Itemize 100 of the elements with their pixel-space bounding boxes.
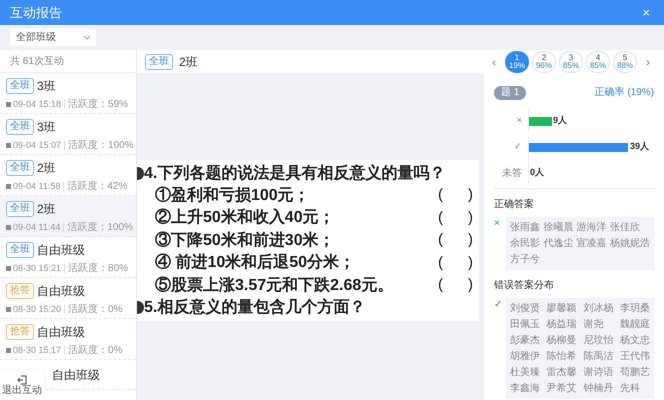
student-name: 王代伟 <box>620 350 650 363</box>
student-name: 代逸尘 <box>543 237 574 250</box>
tag-label: 全班 <box>6 242 34 258</box>
interaction-count: 共 61次互动 <box>10 54 64 68</box>
section-heading: 错误答案分布 <box>494 278 555 293</box>
tag-label: 全班 <box>6 201 34 217</box>
student-name: 杨柳曼 <box>546 334 577 347</box>
question-tab[interactable]: 2 96% <box>532 50 556 72</box>
question-tab[interactable]: 4 85% <box>586 50 610 72</box>
student-name: 胡雅伊 <box>510 350 540 363</box>
value-label: 39人 <box>630 140 650 154</box>
student-name: 徐曦晨 <box>543 221 574 234</box>
item-time: 08-30 15:20 <box>13 302 62 316</box>
item-activity: 活跃度：0% <box>68 302 122 317</box>
student-name: 田佩玉 <box>510 318 540 331</box>
student-name: 雷杰馨 <box>546 366 577 379</box>
previous-button[interactable]: ‹ <box>486 52 502 70</box>
answer-blank: ( ) <box>438 185 473 205</box>
exit-button[interactable]: 退出互动 <box>0 370 44 400</box>
bullet-icon <box>137 167 144 180</box>
student-name: 魏靓庭 <box>620 318 650 331</box>
item-title: 2班 <box>37 201 56 218</box>
item-activity: 活跃度：100% <box>68 138 134 153</box>
section-heading: 正确答案 <box>494 198 535 212</box>
student-name: 钟楠丹 <box>583 382 614 395</box>
student-name: 李玥桑 <box>620 302 650 315</box>
tag-label: 抢答 <box>6 324 34 340</box>
chevron-down-icon <box>84 36 90 40</box>
option-text: ①盈利和亏损100元； <box>155 186 310 206</box>
question-text: 4.下列各题的说法是具有相反意义的量吗？ <box>144 163 446 184</box>
item-time: 09-04 15:07 <box>13 138 62 152</box>
item-title: 自由班级 <box>37 283 85 300</box>
student-name: 方子兮 <box>510 253 540 266</box>
item-time: 09-04 11:44 <box>13 220 60 234</box>
accuracy-link[interactable]: 正确率 (19%) <box>594 85 654 100</box>
next-button[interactable]: › <box>640 52 656 70</box>
item-activity: 活跃度：100% <box>67 220 133 235</box>
student-name: 张佳欣 <box>610 221 641 234</box>
student-name: 谢诗语 <box>583 366 614 379</box>
option-text: ④ 前进10米和后退50分米； <box>155 252 356 274</box>
row-label: × <box>516 114 523 128</box>
student-name: 廖馨颖 <box>546 302 577 315</box>
interaction-item[interactable]: 全班 2班 09-04 11:44 活跃度：100% <box>0 196 136 237</box>
student-name: 余民影 <box>510 237 540 250</box>
row-label: 未答 <box>501 166 523 180</box>
tag-label: 全班 <box>145 54 173 70</box>
item-activity: 活跃度：59% <box>68 98 128 112</box>
bullet-icon <box>137 300 144 314</box>
student-name: 杨益瑞 <box>546 318 577 331</box>
value-label: 9人 <box>553 114 568 128</box>
answer-mark-icon: × <box>494 217 506 231</box>
question-tab[interactable]: 3 85% <box>559 50 583 72</box>
answer-blank: ( ) <box>438 275 473 295</box>
student-name: 杨文忠 <box>620 334 650 347</box>
answer-blank: ( ) <box>438 208 473 228</box>
tag-label: 抢答 <box>6 283 34 299</box>
item-activity: 活跃度：42% <box>67 180 128 194</box>
student-name: 杜美臻 <box>510 366 540 379</box>
student-name: 彭豪杰 <box>510 334 540 347</box>
item-title: 2班 <box>37 160 56 177</box>
option-text: ②上升50米和收入40元； <box>155 207 335 228</box>
question-label: 题 1 <box>494 86 526 100</box>
student-name: 张雨鑫 <box>510 221 540 234</box>
student-name: 刘冰杨 <box>583 302 614 315</box>
item-time: 09-04 11:58 <box>13 180 60 193</box>
tag-label: 全班 <box>6 119 34 135</box>
item-title: 3班 <box>37 119 56 136</box>
item-title: 3班 <box>37 78 56 95</box>
tag-label: 全班 <box>6 160 34 176</box>
student-name: 谢尧 <box>583 318 604 331</box>
student-name: 刘俊贤 <box>510 302 540 315</box>
item-title: 自由班级 <box>37 242 85 259</box>
option-text: ③下降50米和前进30米； <box>155 230 335 251</box>
answer-blank: ( ) <box>438 230 473 250</box>
window-title: 互动报告 <box>10 4 62 22</box>
item-time: 09-04 15:18 <box>13 98 62 111</box>
student-name: 苟鹏艺 <box>620 366 650 379</box>
student-name: 宣凌嘉 <box>576 237 607 250</box>
answer-blank: ( ) <box>438 252 473 272</box>
student-name: 陈禹洁 <box>583 350 614 363</box>
item-title: 自由班级 <box>52 367 100 384</box>
student-name: 尹希艾 <box>546 382 577 395</box>
student-name: 陈怡希 <box>546 350 577 363</box>
item-title: 自由班级 <box>37 324 85 341</box>
student-name: 尼玟怡 <box>583 334 614 347</box>
class-dropdown[interactable]: 全部班级 <box>10 29 96 46</box>
item-activity: 活跃度：80% <box>68 262 128 276</box>
tag-label: 全班 <box>6 78 34 94</box>
answer-mark-icon: ✓ <box>494 298 506 312</box>
question-tab[interactable]: 5 88% <box>613 50 637 72</box>
student-name: 李鑫海 <box>510 382 540 395</box>
exit-icon <box>17 374 27 384</box>
row-label: ✓ <box>513 140 523 154</box>
value-label: 0人 <box>530 166 544 180</box>
student-name: 先科 <box>620 382 641 395</box>
student-name: 游海洋 <box>576 221 607 234</box>
student-name: 杨姚妮浩 <box>610 237 650 250</box>
item-activity: 活跃度：0% <box>68 344 122 358</box>
question-text: 5.相反意义的量包含几个方面？ <box>144 297 366 318</box>
item-time: 08-30 15:21 <box>13 262 62 275</box>
